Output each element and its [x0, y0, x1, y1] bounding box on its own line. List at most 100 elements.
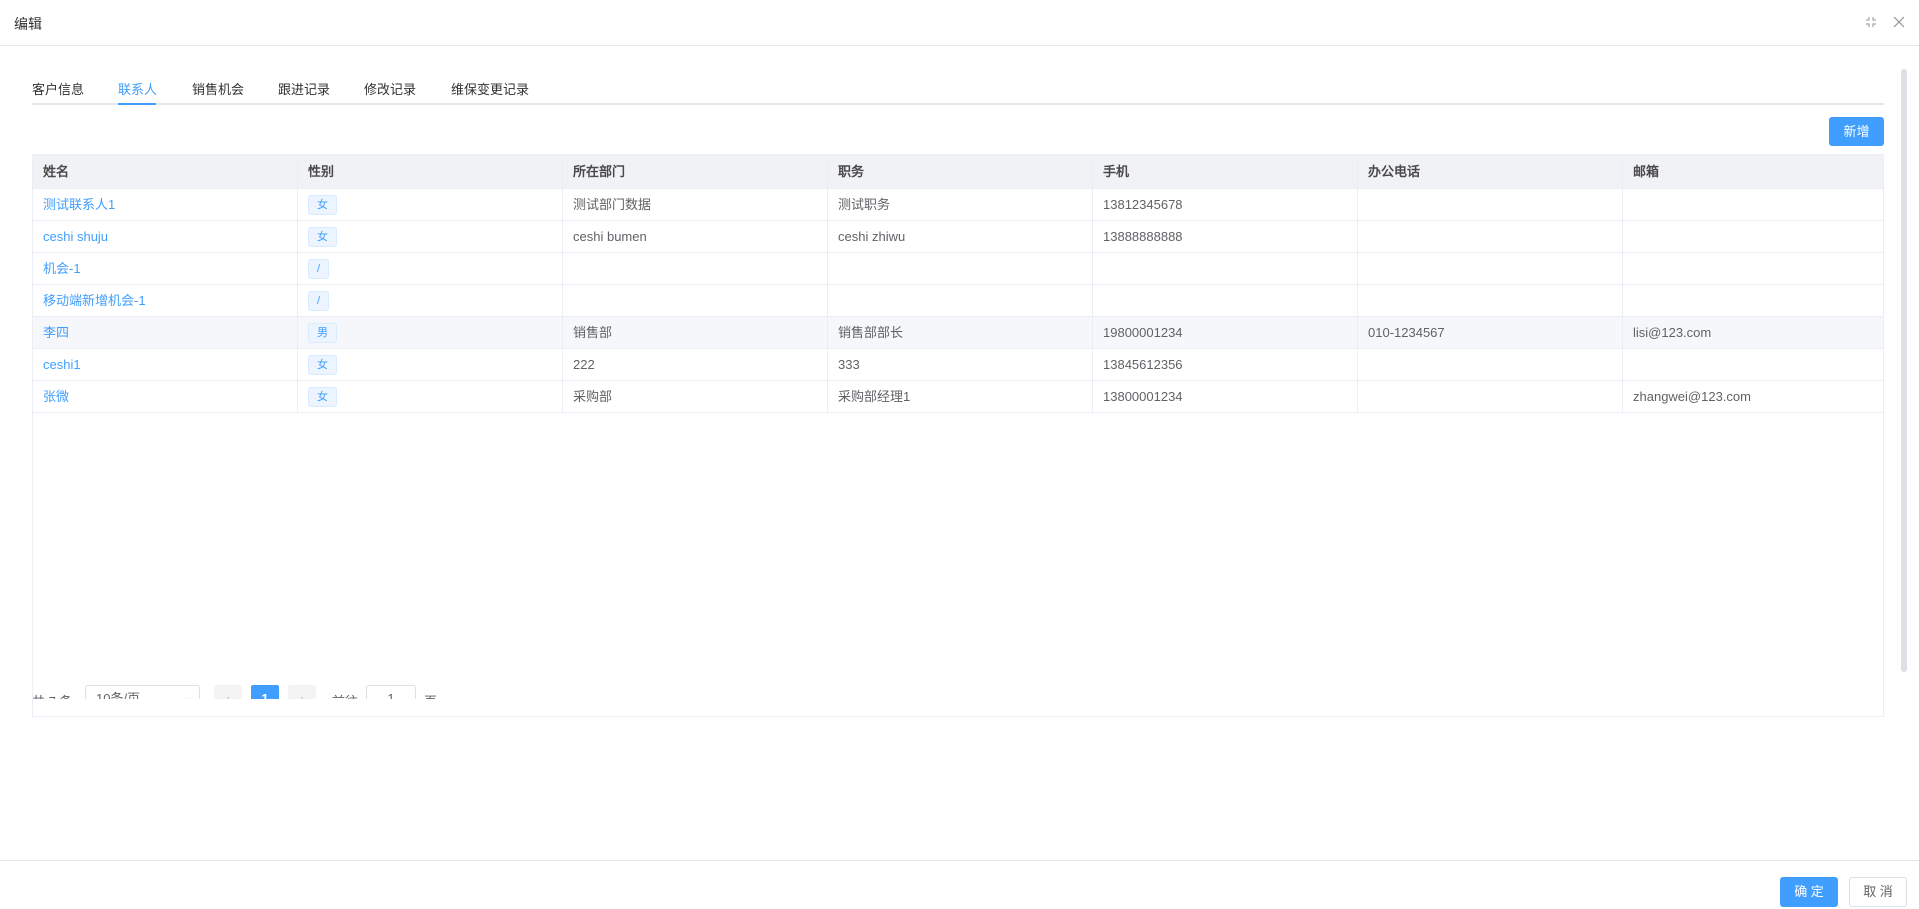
gender-tag: 女 [308, 386, 337, 407]
title-cell [828, 253, 1093, 284]
office-phone-cell [1358, 349, 1623, 380]
email-cell [1623, 253, 1883, 284]
office-phone-cell [1358, 221, 1623, 252]
goto-unit-label: 页 [424, 691, 437, 699]
column-header-mobile[interactable]: 手机 [1093, 155, 1358, 189]
office-phone-cell [1358, 253, 1623, 284]
title-cell: 销售部部长 [828, 317, 1093, 348]
table-row[interactable]: 机会-1 / [33, 253, 1883, 285]
table-row[interactable]: 李四 男 销售部 销售部部长 19800001234 010-1234567 l… [33, 317, 1883, 349]
contact-name-link[interactable]: 移动端新增机会-1 [33, 285, 298, 316]
tab-sales-opportunity[interactable]: 销售机会 [192, 75, 244, 105]
page-number-current[interactable]: 1 [251, 685, 279, 699]
title-cell: 测试职务 [828, 189, 1093, 220]
next-page-button[interactable]: › [288, 685, 316, 699]
table-row[interactable]: 张微 女 采购部 采购部经理1 13800001234 zhangwei@123… [33, 381, 1883, 413]
gender-tag: 女 [308, 194, 337, 215]
title-cell: ceshi zhiwu [828, 221, 1093, 252]
mobile-cell: 19800001234 [1093, 317, 1358, 348]
email-cell [1623, 285, 1883, 316]
email-cell [1623, 349, 1883, 380]
department-cell: 测试部门数据 [563, 189, 828, 220]
email-cell: lisi@123.com [1633, 325, 1712, 340]
gender-cell: 女 [298, 349, 563, 380]
contact-name-link[interactable]: 张微 [33, 381, 298, 412]
tab-maintenance-log[interactable]: 维保变更记录 [451, 75, 529, 105]
cancel-button[interactable]: 取 消 [1849, 877, 1907, 907]
tab-customer-info[interactable]: 客户信息 [32, 75, 84, 105]
gender-cell: 女 [298, 221, 563, 252]
column-header-department[interactable]: 所在部门 [563, 155, 828, 189]
page-size-value: 10条/页 [96, 691, 141, 699]
mobile-cell: 13845612356 [1093, 349, 1358, 380]
department-cell [563, 253, 828, 284]
column-header-title[interactable]: 职务 [828, 155, 1093, 189]
pagination-total: 共 7 条 [32, 691, 72, 699]
prev-page-button[interactable]: ‹ [214, 685, 242, 699]
department-cell: ceshi bumen [563, 221, 828, 252]
gender-tag: / [308, 290, 330, 311]
add-button[interactable]: 新增 [1829, 117, 1884, 146]
dialog-footer: 确 定 取 消 [0, 860, 1919, 909]
office-phone-cell [1358, 381, 1623, 412]
dialog-body: 客户信息 联系人 销售机会 跟进记录 修改记录 维保变更记录 新增 姓名 性别 … [0, 47, 1919, 860]
email-cell: zhangwei@123.com [1633, 389, 1751, 404]
contact-name-link[interactable]: 机会-1 [33, 253, 298, 284]
tab-contacts[interactable]: 联系人 [118, 75, 157, 105]
gender-cell: 女 [298, 381, 563, 412]
contact-name-link[interactable]: ceshi1 [33, 349, 298, 380]
title-cell [828, 285, 1093, 316]
office-phone-cell [1358, 285, 1623, 316]
mobile-cell [1093, 285, 1358, 316]
gender-tag: / [308, 258, 330, 279]
department-cell: 采购部 [563, 381, 828, 412]
chevron-down-icon: ⌄ [182, 693, 191, 699]
table-row[interactable]: ceshi1 女 222 333 13845612356 [33, 349, 1883, 381]
minimize-icon[interactable] [1862, 13, 1880, 31]
table-body: 测试联系人1 女 测试部门数据 测试职务 13812345678 ceshi s… [33, 189, 1883, 413]
contacts-table: 姓名 性别 所在部门 职务 手机 办公电话 邮箱 测试联系人1 女 测试部门数据… [32, 154, 1884, 717]
tab-follow-up[interactable]: 跟进记录 [278, 75, 330, 105]
goto-page-input[interactable]: 1 [366, 685, 416, 699]
gender-cell: / [298, 285, 563, 316]
office-phone-cell: 010-1234567 [1358, 317, 1623, 348]
email-cell [1623, 189, 1883, 220]
close-icon[interactable] [1890, 13, 1908, 31]
active-tab-indicator [118, 103, 156, 105]
gender-cell: / [298, 253, 563, 284]
contact-name-link[interactable]: 测试联系人1 [33, 189, 298, 220]
pagination-clip: 共 7 条 10条/页 ⌄ ‹ 1 › 前往 1 页 [32, 683, 532, 699]
page-size-select[interactable]: 10条/页 ⌄ [85, 685, 200, 699]
column-header-name[interactable]: 姓名 [33, 155, 298, 189]
table-row[interactable]: 移动端新增机会-1 / [33, 285, 1883, 317]
mobile-cell: 13812345678 [1093, 189, 1358, 220]
mobile-cell: 13800001234 [1093, 381, 1358, 412]
contact-name-link[interactable]: 李四 [33, 317, 298, 348]
confirm-button[interactable]: 确 定 [1780, 877, 1838, 907]
tab-change-log[interactable]: 修改记录 [364, 75, 416, 105]
column-header-office-phone[interactable]: 办公电话 [1358, 155, 1623, 189]
email-cell [1623, 221, 1883, 252]
contact-name-link[interactable]: ceshi shuju [33, 221, 298, 252]
goto-label: 前往 [332, 691, 358, 699]
column-header-gender[interactable]: 性别 [298, 155, 563, 189]
title-cell: 333 [828, 349, 1093, 380]
department-cell: 销售部 [563, 317, 828, 348]
department-cell [563, 285, 828, 316]
gender-tag: 男 [308, 322, 337, 343]
gender-tag: 女 [308, 226, 337, 247]
dialog-title: 编辑 [14, 16, 42, 32]
table-header: 姓名 性别 所在部门 职务 手机 办公电话 邮箱 [33, 155, 1883, 189]
gender-cell: 女 [298, 189, 563, 220]
table-row[interactable]: 测试联系人1 女 测试部门数据 测试职务 13812345678 [33, 189, 1883, 221]
mobile-cell [1093, 253, 1358, 284]
dialog-header: 编辑 [0, 0, 1919, 46]
column-header-email[interactable]: 邮箱 [1623, 155, 1883, 189]
gender-cell: 男 [298, 317, 563, 348]
scrollbar[interactable] [1901, 69, 1907, 672]
gender-tag: 女 [308, 354, 337, 375]
table-row[interactable]: ceshi shuju 女 ceshi bumen ceshi zhiwu 13… [33, 221, 1883, 253]
edit-dialog: 编辑 客户信息 联系人 销售机会 跟进记录 修改记录 维保变更记录 新增 姓名 [0, 0, 1919, 909]
title-cell: 采购部经理1 [828, 381, 1093, 412]
tab-bar: 客户信息 联系人 销售机会 跟进记录 修改记录 维保变更记录 [32, 75, 1884, 105]
